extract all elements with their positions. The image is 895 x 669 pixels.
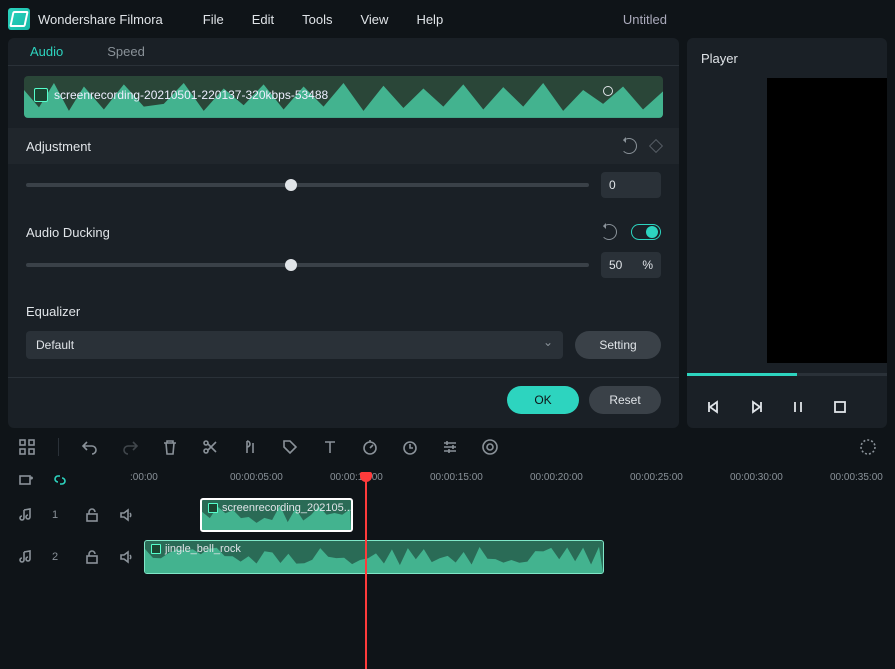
player-header: Player [687, 38, 887, 78]
reset-button[interactable]: Reset [589, 386, 661, 414]
ducking-toggle[interactable] [631, 224, 661, 240]
equalizer-label: Equalizer [26, 304, 80, 319]
inspector-panel: Audio Speed screenrecording-20210501-220… [8, 38, 679, 428]
text-icon[interactable] [321, 438, 339, 456]
titlebar: Wondershare Filmora File Edit Tools View… [0, 0, 895, 38]
timeline: :00:00 00:00:05:00 00:00:10:00 00:00:15:00 0… [0, 466, 895, 669]
app-title: Wondershare Filmora [38, 12, 163, 27]
ruler-tick: 00:00:20:00 [530, 472, 583, 483]
color-icon[interactable] [481, 438, 499, 456]
clip-title: screenrecording_202105... [222, 502, 353, 514]
delete-icon[interactable] [161, 438, 179, 456]
adjust-icon[interactable] [441, 438, 459, 456]
undo-icon[interactable] [81, 438, 99, 456]
ruler-tick: 00:00:15:00 [430, 472, 483, 483]
grid-icon[interactable] [18, 438, 36, 456]
adjustment-value[interactable]: 0 [601, 172, 661, 198]
audio-icon[interactable] [241, 438, 259, 456]
reset-icon[interactable] [621, 138, 637, 154]
keyframe-icon[interactable] [649, 139, 663, 153]
menu-file[interactable]: File [203, 12, 224, 27]
track-2: 2 jingle_bell_rock [0, 536, 895, 578]
music-note-icon [18, 507, 34, 523]
menu-edit[interactable]: Edit [252, 12, 274, 27]
next-frame-button[interactable] [745, 396, 767, 418]
timer-icon[interactable] [401, 438, 419, 456]
ok-button[interactable]: OK [507, 386, 579, 414]
track-1: 1 screenrecording_202105... [0, 494, 895, 536]
music-icon [208, 503, 218, 513]
player-progress[interactable] [687, 373, 887, 376]
music-icon [34, 88, 48, 102]
menu-tools[interactable]: Tools [302, 12, 332, 27]
render-icon[interactable] [859, 438, 877, 456]
player-viewport [767, 78, 887, 363]
main-menu: File Edit Tools View Help [203, 12, 443, 27]
stop-button[interactable] [829, 396, 851, 418]
reset-icon[interactable] [601, 224, 617, 240]
ducking-slider[interactable] [26, 263, 589, 267]
clip-title: jingle_bell_rock [165, 543, 241, 555]
lock-icon[interactable] [84, 549, 100, 565]
adjustment-slider[interactable] [26, 183, 589, 187]
equalizer-setting-button[interactable]: Setting [575, 331, 661, 359]
menu-view[interactable]: View [360, 12, 388, 27]
ruler-tick: 00:00:35:00 [830, 472, 883, 483]
tag-icon[interactable] [281, 438, 299, 456]
clip-name: screenrecording-20210501-220137-320kbps-… [54, 88, 328, 102]
timeline-toolbar [0, 428, 895, 466]
ducking-value[interactable]: 50% [601, 252, 661, 278]
tab-audio[interactable]: Audio [8, 38, 85, 65]
player-panel: Player [687, 38, 887, 428]
redo-icon[interactable] [121, 438, 139, 456]
track-number: 2 [52, 551, 66, 563]
ruler-tick: 00:00:05:00 [230, 472, 283, 483]
inspector-tabs: Audio Speed [8, 38, 679, 66]
equalizer-select[interactable]: Default [26, 331, 563, 359]
app-logo [8, 8, 30, 30]
ducking-header: Audio Ducking [8, 212, 679, 244]
ruler-tick: 00:00:30:00 [730, 472, 783, 483]
music-icon [151, 544, 161, 554]
ruler-tick: 00:00:10:00 [330, 472, 383, 483]
prev-frame-button[interactable] [703, 396, 725, 418]
music-note-icon [18, 549, 34, 565]
ruler-tick: 00:00:25:00 [630, 472, 683, 483]
track-number: 1 [52, 509, 66, 521]
document-title: Untitled [623, 12, 667, 27]
ruler-tick: :00:00 [130, 472, 158, 483]
lock-icon[interactable] [84, 507, 100, 523]
adjustment-header: Adjustment [8, 128, 679, 164]
pause-button[interactable] [787, 396, 809, 418]
adjustment-label: Adjustment [26, 139, 91, 154]
ducking-label: Audio Ducking [26, 225, 110, 240]
playhead[interactable] [365, 478, 367, 669]
time-ruler[interactable]: :00:00 00:00:05:00 00:00:10:00 00:00:15:00 0… [130, 466, 895, 494]
split-icon[interactable] [201, 438, 219, 456]
timeline-clip[interactable]: screenrecording_202105... [200, 498, 353, 532]
link-icon[interactable] [52, 472, 68, 488]
speed-icon[interactable] [361, 438, 379, 456]
timeline-clip[interactable]: jingle_bell_rock [144, 540, 604, 574]
add-track-icon[interactable] [18, 472, 34, 488]
tab-speed[interactable]: Speed [85, 38, 167, 65]
audio-preview: screenrecording-20210501-220137-320kbps-… [24, 76, 663, 118]
menu-help[interactable]: Help [416, 12, 443, 27]
